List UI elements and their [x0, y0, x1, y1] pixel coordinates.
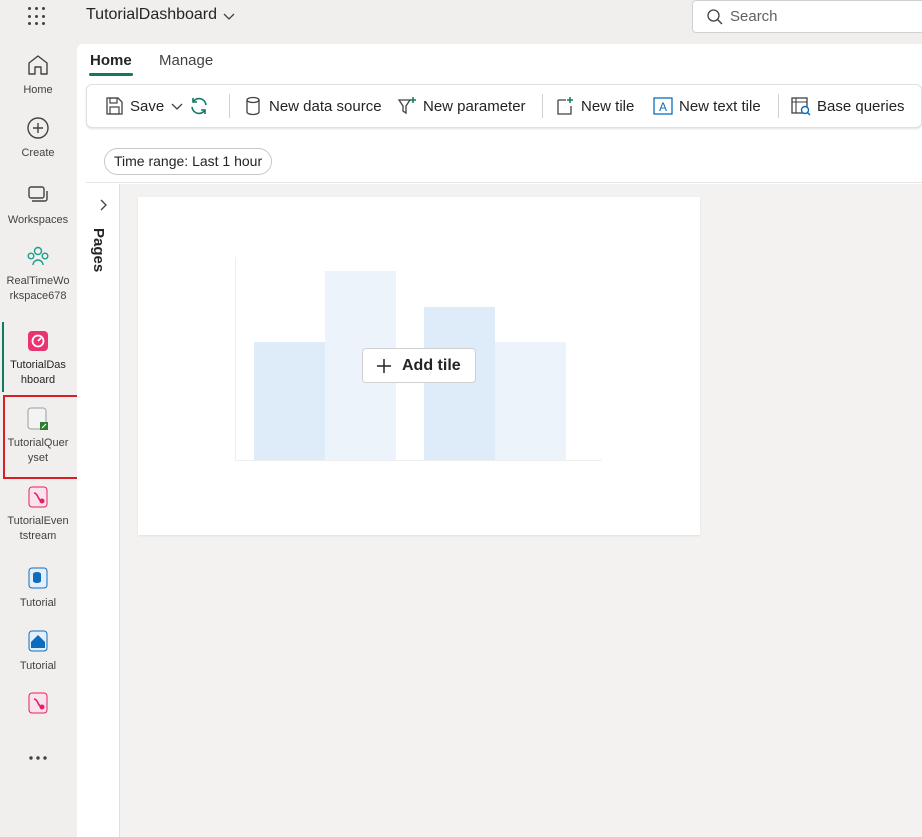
new-text-tile-button[interactable]: A New text tile: [652, 85, 761, 127]
rail-item-eventstream[interactable]: [0, 690, 76, 716]
chevron-right-icon[interactable]: [96, 198, 110, 212]
eventstream-icon: [28, 486, 48, 508]
time-range-value: Last 1 hour: [192, 153, 263, 169]
save-label: Save: [130, 97, 165, 115]
eventstream-icon: [28, 692, 48, 714]
rail-item-home[interactable]: Home: [0, 52, 76, 98]
new-tile-button[interactable]: New tile: [554, 85, 634, 127]
rail-item-more[interactable]: [0, 745, 76, 771]
main-panel: Home Manage Save New data source New par…: [77, 44, 922, 837]
dashboard-icon: [28, 331, 48, 351]
rail-item-label: TutorialEven tstream: [0, 514, 76, 544]
rail-item-label: Home: [23, 84, 53, 96]
rail-item-tutorialeventstream[interactable]: TutorialEven tstream: [0, 484, 76, 544]
new-parameter-label: New parameter: [423, 97, 526, 115]
rail-item-tutorial-eventhouse[interactable]: Tutorial: [0, 565, 76, 611]
rail-item-create[interactable]: Create: [0, 115, 76, 161]
empty-tile-placeholder: Add tile: [138, 197, 700, 535]
chart-axis: [235, 460, 602, 461]
new-data-source-label: New data source: [269, 97, 382, 115]
rail-item-tutorial-database[interactable]: Tutorial: [0, 628, 76, 674]
tab-manage[interactable]: Manage: [159, 52, 213, 69]
chevron-down-icon[interactable]: [222, 9, 236, 23]
highlight-box: [3, 395, 80, 479]
search-icon: [707, 9, 723, 25]
rail-item-label: Tutorial: [19, 660, 57, 672]
plus-circle-icon: [27, 117, 49, 139]
app-title[interactable]: TutorialDashboard: [86, 6, 217, 24]
rail-item-label: Workspaces: [7, 214, 69, 226]
search-placeholder: Search: [730, 8, 778, 25]
tab-home[interactable]: Home: [90, 52, 132, 69]
pages-label: Pages: [90, 228, 107, 273]
plus-icon: [377, 358, 391, 373]
svg-text:A: A: [659, 100, 667, 114]
refresh-button[interactable]: [188, 85, 215, 127]
add-tile-label: Add tile: [402, 356, 461, 374]
workspaces-icon: [28, 186, 48, 202]
active-tab-underline: [89, 73, 133, 76]
rail-label-line: rkspace678: [9, 290, 67, 302]
chevron-down-icon: [171, 103, 183, 110]
toolbar-divider: [542, 94, 543, 118]
placeholder-bar: [254, 342, 325, 460]
people-icon: [27, 246, 49, 266]
filter-add-icon: [397, 97, 416, 115]
rail-label-line: TutorialEven: [7, 515, 69, 527]
base-queries-icon: [791, 97, 811, 116]
rail-item-label: TutorialDas hboard: [0, 358, 76, 388]
app-launcher-icon[interactable]: [28, 7, 48, 27]
base-queries-label: Base queries: [817, 97, 905, 115]
toolbar-divider: [778, 94, 779, 118]
save-icon: [106, 97, 123, 115]
new-tile-label: New tile: [581, 97, 635, 115]
add-tile-button[interactable]: Add tile: [362, 348, 476, 383]
rail-label-line: RealTimeWo: [6, 275, 70, 287]
more-icon: [29, 756, 47, 760]
database-icon: [28, 630, 48, 652]
rail-item-realtimeworkspace678[interactable]: RealTimeWo rkspace678: [0, 244, 76, 304]
time-range-prefix: Time range:: [114, 153, 189, 169]
rail-label-line: TutorialDas: [10, 359, 66, 371]
time-range-filter[interactable]: Time range: Last 1 hour: [104, 148, 273, 175]
placeholder-bar: [424, 307, 495, 460]
home-icon: [28, 55, 48, 75]
rail-item-tutorialdashboard[interactable]: TutorialDas hboard: [0, 328, 76, 388]
chart-axis: [235, 257, 236, 460]
search-input[interactable]: Search: [692, 0, 922, 33]
rail-label-line: tstream: [19, 530, 57, 542]
rail-item-workspaces[interactable]: Workspaces: [0, 182, 76, 228]
placeholder-bar: [495, 342, 566, 460]
rail-item-label: RealTimeWo rkspace678: [0, 274, 76, 304]
rail-item-label: Create: [21, 147, 55, 159]
top-bar: TutorialDashboard Search: [0, 0, 922, 40]
database-icon: [246, 96, 260, 116]
refresh-icon: [191, 97, 207, 115]
new-text-tile-label: New text tile: [679, 97, 761, 115]
ribbon-toolbar: Save New data source New parameter New t…: [86, 84, 922, 128]
toolbar-divider: [229, 94, 230, 118]
filter-bar: Time range: Last 1 hour: [86, 139, 922, 183]
text-tile-icon: A: [653, 97, 673, 115]
save-button[interactable]: Save: [103, 85, 189, 127]
pages-pane[interactable]: Pages: [86, 184, 120, 837]
rail-item-label: Tutorial: [19, 597, 57, 609]
tile-add-icon: [557, 97, 573, 115]
new-parameter-button[interactable]: New parameter: [396, 85, 526, 127]
base-queries-button[interactable]: Base queries: [790, 85, 905, 127]
rail-label-line: hboard: [20, 374, 56, 386]
new-data-source-button[interactable]: New data source: [242, 85, 382, 127]
eventhouse-icon: [28, 567, 48, 589]
